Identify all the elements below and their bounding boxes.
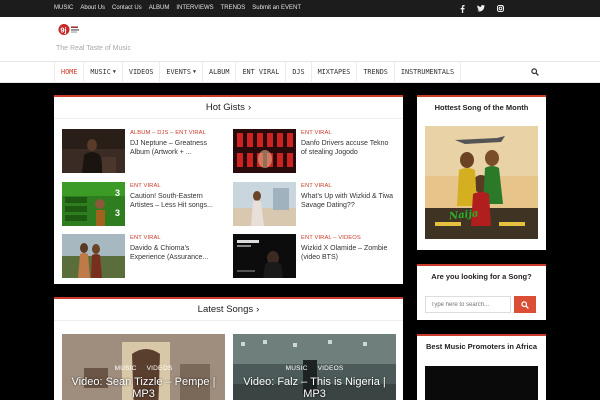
promoters-heading: Best Music Promoters in Africa: [425, 342, 537, 351]
hottest-song-artwork[interactable]: Naija: [425, 126, 538, 239]
gist-thumbnail[interactable]: [233, 234, 296, 278]
gist-title[interactable]: Caution! South-Eastern Artistes – Less H…: [130, 192, 225, 210]
top-nav: MUSIC About Us Contact Us ALBUM INTERVIE…: [54, 0, 301, 17]
gist-title[interactable]: What’s Up with Wizkid & Tiwa Savage Dati…: [301, 192, 396, 210]
search-box: [425, 296, 511, 313]
search-input[interactable]: [426, 297, 510, 312]
nav-events[interactable]: EVENTS ▼: [160, 62, 203, 83]
search-button[interactable]: [514, 296, 536, 313]
chevron-down-icon: ▼: [112, 69, 116, 75]
site-header: 9j The Real Taste of Music: [0, 17, 600, 61]
nav-mixtapes[interactable]: MIXTAPES: [312, 62, 358, 83]
gist-thumbnail[interactable]: [62, 234, 125, 278]
song-title[interactable]: Video: Falz – This is Nigeria | MP3: [233, 376, 396, 400]
instagram-icon[interactable]: [497, 5, 504, 12]
gist-category[interactable]: ENT VIRAL: [130, 183, 161, 189]
topnav-trends[interactable]: TRENDS: [221, 0, 246, 17]
gist-thumbnail[interactable]: [62, 129, 125, 173]
promoters-banner[interactable]: [425, 366, 538, 400]
nav-music[interactable]: MUSIC ▼: [84, 62, 123, 83]
gist-category[interactable]: ALBUM – DJS – ENT VIRAL: [130, 130, 206, 136]
song-category[interactable]: MUSIC: [286, 365, 308, 372]
song-card[interactable]: MUSIC VIDEOS Video: Falz – This is Nigeri…: [233, 334, 396, 400]
gist-category[interactable]: ENT VIRAL – VIDEOS: [301, 235, 361, 241]
svg-text:3: 3: [115, 208, 120, 218]
song-card[interactable]: MUSIC VIDEOS Video: Sean Tizzle – Pempe |…: [62, 334, 225, 400]
hot-gists-heading[interactable]: Hot Gists ›: [54, 97, 403, 119]
gist-item[interactable]: ENT VIRAL What’s Up with Wizkid & Tiwa S…: [233, 182, 396, 226]
topnav-album[interactable]: ALBUM: [149, 0, 170, 17]
song-search-heading: Are you looking for a Song?: [431, 272, 532, 281]
nav-instrumentals[interactable]: INSTRUMENTALS: [395, 62, 462, 83]
main-nav: HOME MUSIC ▼ VIDEOS EVENTS ▼ ALBUM ENT VIR…: [0, 61, 600, 83]
gist-item[interactable]: ENT VIRAL Danfo Drivers accuse Tekno of …: [233, 129, 396, 173]
gist-item[interactable]: ENT VIRAL – VIDEOS Wizkid X Olamide – Zo…: [233, 234, 396, 278]
gist-title[interactable]: DJ Neptune – Greatness Album (Artwork + …: [130, 139, 225, 157]
gist-item[interactable]: 3 3 ENT VIRAL Caution! South-Eastern Art…: [62, 182, 225, 226]
gist-item[interactable]: ENT VIRAL Davido & Chioma’s Experience (…: [62, 234, 225, 278]
social-links: [460, 0, 504, 17]
nav-album[interactable]: ALBUM: [203, 62, 237, 83]
topnav-contact-us[interactable]: Contact Us: [112, 0, 142, 17]
search-icon: [521, 300, 529, 309]
latest-songs-panel: Latest Songs › MUSIC VIDEOS Video: Sean T…: [54, 297, 403, 400]
latest-songs-heading[interactable]: Latest Songs ›: [54, 299, 403, 321]
site-tagline: The Real Taste of Music: [56, 45, 131, 52]
nav-videos[interactable]: VIDEOS: [123, 62, 161, 83]
topnav-submit-event[interactable]: Submit an EVENT: [252, 0, 301, 17]
gist-title[interactable]: Danfo Drivers accuse Tekno of stealing J…: [301, 139, 396, 157]
nav-ent-viral[interactable]: ENT VIRAL: [236, 62, 287, 83]
nav-home[interactable]: HOME: [54, 62, 85, 83]
song-category[interactable]: VIDEOS: [147, 365, 173, 372]
gist-category[interactable]: ENT VIRAL: [130, 235, 161, 241]
gist-category[interactable]: ENT VIRAL: [301, 183, 332, 189]
chevron-right-icon: ›: [256, 304, 260, 315]
gist-title[interactable]: Davido & Chioma’s Experience (Assurance.…: [130, 244, 225, 262]
song-title[interactable]: Video: Sean Tizzle – Pempe | MP3: [62, 376, 225, 400]
hottest-song-widget: Hottest Song of the Month Naija: [417, 95, 546, 250]
nav-djs[interactable]: DJS: [286, 62, 312, 83]
gist-thumbnail[interactable]: 3 3: [62, 182, 125, 226]
gist-title[interactable]: Wizkid X Olamide – Zombie (video BTS): [301, 244, 396, 262]
chevron-down-icon: ▼: [192, 69, 196, 75]
search-icon[interactable]: [531, 68, 539, 78]
gist-item[interactable]: ALBUM – DJS – ENT VIRAL DJ Neptune – Gre…: [62, 129, 225, 173]
song-search-widget: Are you looking for a Song?: [417, 264, 546, 320]
song-category[interactable]: VIDEOS: [318, 365, 344, 372]
topnav-music[interactable]: MUSIC: [54, 0, 73, 17]
gist-thumbnail[interactable]: [233, 182, 296, 226]
hottest-song-heading: Hottest Song of the Month: [434, 103, 529, 112]
gist-thumbnail[interactable]: [233, 129, 296, 173]
hot-gists-panel: Hot Gists › ALBUM – DJS – ENT VIRAL DJ N…: [54, 95, 403, 284]
promoters-widget: Best Music Promoters in Africa: [417, 334, 546, 400]
site-logo[interactable]: 9j: [58, 23, 80, 36]
topnav-about-us[interactable]: About Us: [80, 0, 105, 17]
song-category[interactable]: MUSIC: [115, 365, 137, 372]
svg-text:3: 3: [115, 188, 120, 198]
gist-category[interactable]: ENT VIRAL: [301, 130, 332, 136]
facebook-icon[interactable]: [460, 4, 465, 13]
top-bar: MUSIC About Us Contact Us ALBUM INTERVIE…: [0, 0, 600, 17]
topnav-interviews[interactable]: INTERVIEWS: [176, 0, 213, 17]
nav-trends[interactable]: TRENDS: [357, 62, 395, 83]
logo-text: 9j: [60, 25, 66, 34]
twitter-icon[interactable]: [477, 5, 485, 12]
chevron-right-icon: ›: [247, 102, 252, 113]
